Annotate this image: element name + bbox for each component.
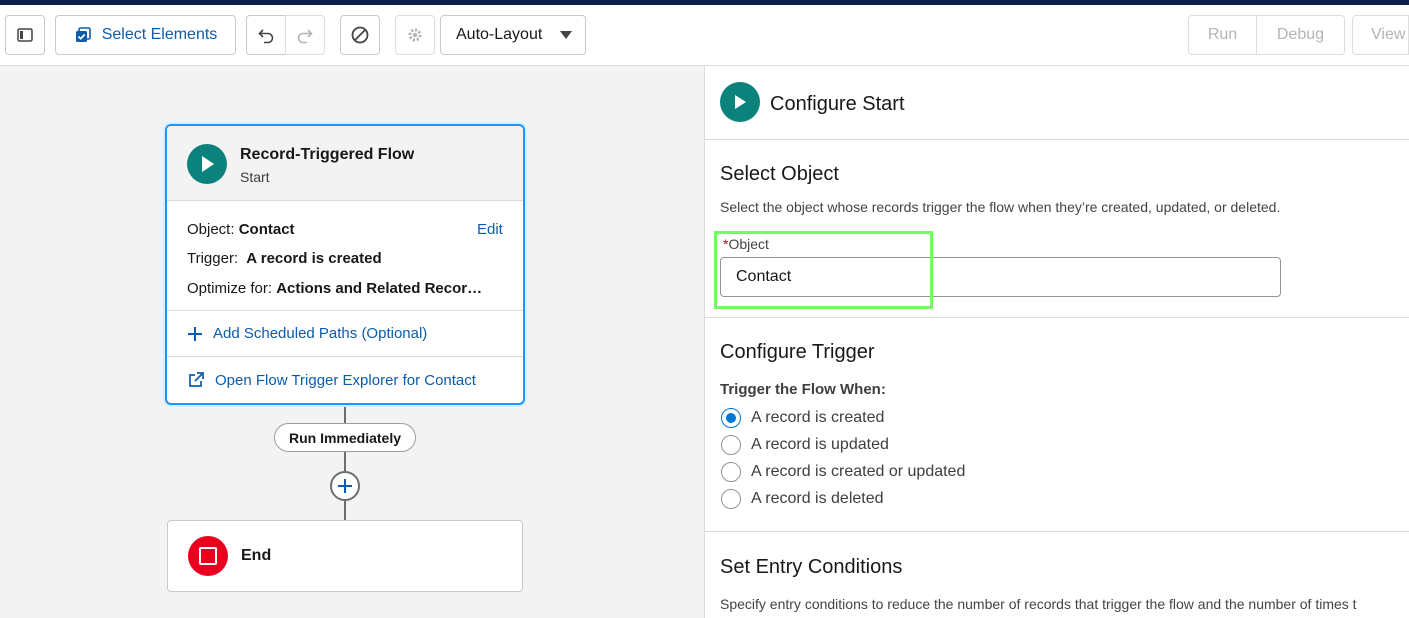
toolbar: Select Elements Auto-Layout Run Debug Vi… [0,5,1409,66]
entry-conditions-heading: Set Entry Conditions [720,556,903,578]
divider [167,310,523,311]
entry-conditions-help: Specify entry conditions to reduce the n… [720,596,1357,612]
open-trigger-explorer-link[interactable]: Open Flow Trigger Explorer for Contact [187,371,476,389]
divider [705,317,1409,318]
layout-select[interactable]: Auto-Layout [440,15,586,55]
new-window-icon [187,371,205,389]
object-value: Contact [238,221,295,238]
optimize-row: Optimize for: Actions and Related Recor… [187,280,482,297]
configure-start-panel: Configure Start Select Object Select the… [704,66,1409,618]
radio-button[interactable] [721,489,741,509]
run-button[interactable]: Run [1188,15,1257,55]
radio-option-updated[interactable]: A record is updated [721,435,889,455]
stop-icon [188,536,228,576]
start-node-title: Record-Triggered Flow [240,146,415,163]
trigger-value: A record is created [246,250,382,267]
trigger-label: Trigger: [187,250,239,267]
sidebar-panel-icon [17,27,33,43]
radio-label: A record is created [751,409,885,426]
radio-button[interactable] [721,408,741,428]
select-object-heading: Select Object [720,163,839,185]
toggle-sidebar-button[interactable] [5,15,45,55]
debug-button[interactable]: Debug [1256,15,1345,55]
radio-label: A record is deleted [751,490,884,507]
plus-icon [337,478,353,494]
clear-button[interactable] [340,15,380,55]
select-elements-label: Select Elements [101,26,218,43]
debug-label: Debug [1276,26,1325,43]
view-button[interactable]: View [1352,15,1409,55]
gear-icon [406,26,424,44]
edit-object-link[interactable]: Edit [477,221,503,238]
select-object-help: Select the object whose records trigger … [720,199,1281,215]
radio-option-deleted[interactable]: A record is deleted [721,489,884,509]
end-node-title: End [241,547,272,564]
connector-line [344,501,346,520]
view-label: View [1371,26,1406,43]
radio-button[interactable] [721,435,741,455]
divider [167,356,523,357]
highlight-box [714,231,933,309]
redo-button[interactable] [285,15,325,55]
undo-button[interactable] [246,15,286,55]
path-label-pill[interactable]: Run Immediately [274,423,416,452]
radio-button[interactable] [721,462,741,482]
run-label: Run [1207,26,1238,43]
radio-option-created-or-updated[interactable]: A record is created or updated [721,462,965,482]
start-node-card[interactable]: Record-Triggered Flow Start Object: Cont… [165,124,525,405]
settings-button[interactable] [395,15,435,55]
layout-select-value: Auto-Layout [456,26,543,43]
multi-select-icon [74,26,92,44]
start-node-header: Record-Triggered Flow Start [167,126,523,201]
trigger-row: Trigger: A record is created [187,250,382,267]
redo-icon [296,26,314,44]
divider [705,139,1409,140]
object-row: Object: Contact [187,221,295,238]
trigger-group-label: Trigger the Flow When: [720,381,886,398]
configure-trigger-heading: Configure Trigger [720,341,875,363]
play-icon [720,82,760,122]
plus-icon [187,326,203,342]
radio-option-created[interactable]: A record is created [721,408,884,428]
chevron-down-icon [559,30,573,40]
add-scheduled-paths-label: Add Scheduled Paths (Optional) [213,325,428,342]
connector-line [344,452,346,471]
optimize-label: Optimize for: [187,280,273,297]
connector-line [344,405,346,423]
select-elements-button[interactable]: Select Elements [55,15,236,55]
ban-icon [350,25,370,45]
optimize-value: Actions and Related Recor… [276,280,483,297]
add-element-button[interactable] [330,471,360,501]
radio-label: A record is updated [751,436,889,453]
panel-title: Configure Start [770,93,905,115]
object-label: Object: [187,221,235,238]
radio-label: A record is created or updated [751,463,966,480]
divider [705,531,1409,532]
undo-icon [257,26,275,44]
open-trigger-explorer-label: Open Flow Trigger Explorer for Contact [215,371,476,389]
add-scheduled-paths-link[interactable]: Add Scheduled Paths (Optional) [187,325,427,342]
end-node-card[interactable]: End [167,520,523,592]
play-icon [187,144,227,184]
start-node-subtitle: Start [240,169,270,185]
